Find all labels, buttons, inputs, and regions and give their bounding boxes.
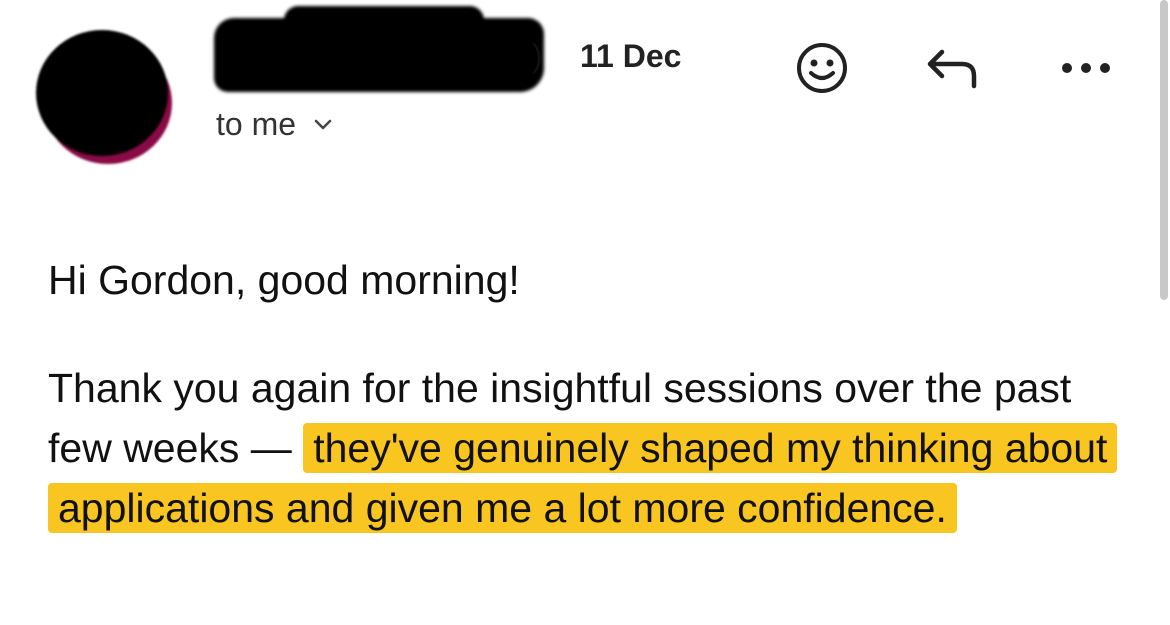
- email-view: ) 11 Dec to me Hi Gordon, good morning! …: [0, 0, 1170, 625]
- more-options-button[interactable]: [1058, 40, 1114, 96]
- reply-button[interactable]: [926, 40, 982, 96]
- chevron-down-icon: [314, 119, 332, 131]
- more-options-icon: [1062, 63, 1110, 73]
- add-reaction-button[interactable]: [794, 40, 850, 96]
- smiley-face-icon: [797, 43, 847, 93]
- email-date: 11 Dec: [580, 38, 682, 74]
- recipient-toggle[interactable]: to me: [216, 106, 332, 143]
- reply-arrow-icon: [927, 49, 977, 89]
- sender-name-suffix: ): [532, 38, 543, 74]
- recipient-label: to me: [216, 106, 297, 142]
- scrollbar[interactable]: [1160, 0, 1168, 300]
- sender-avatar-redacted[interactable]: [36, 30, 168, 156]
- message-paragraph: Thank you again for the insightful sessi…: [48, 358, 1128, 538]
- sender-name-redacted[interactable]: [214, 6, 544, 92]
- message-greeting: Hi Gordon, good morning!: [48, 257, 520, 303]
